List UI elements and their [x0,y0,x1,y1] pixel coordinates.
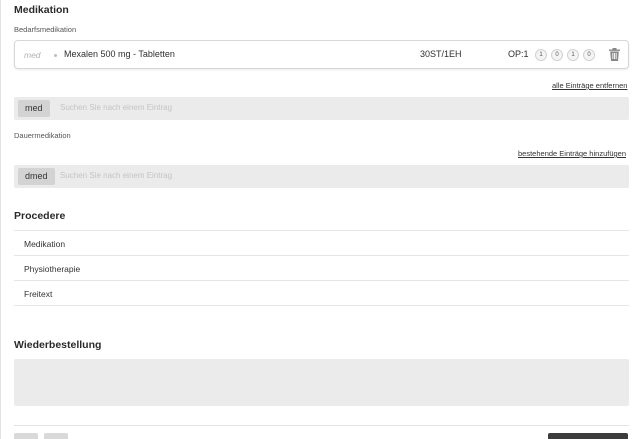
footer-primary-button[interactable] [548,433,628,439]
medication-op-count: OP:1 [508,49,529,59]
medication-quantity: 30ST/1EH [420,49,462,59]
procedere-item-freitext[interactable]: Freitext [14,280,629,305]
section-title-medikation: Medikation [14,4,69,16]
page: Medikation Bedarfsmedikation med Mexalen… [0,0,640,439]
section-title-wiederbestellung: Wiederbestellung [14,339,102,351]
dauermedikation-search-input[interactable]: Suchen Sie nach einem Eintrag [60,171,172,180]
dose-morning[interactable]: 1 [535,49,547,61]
medication-name: Mexalen 500 mg - Tabletten [64,49,175,59]
dose-noon[interactable]: 0 [551,49,563,61]
trash-icon[interactable] [609,48,620,61]
bottom-divider [14,425,629,426]
procedere-item-physiotherapie[interactable]: Physiotherapie [14,255,629,280]
dauermedikation-label: Dauermedikation [14,131,71,140]
procedere-divider [14,305,629,306]
dose-night[interactable]: 0 [583,49,595,61]
procedere-item-medikation[interactable]: Medikation [14,230,629,255]
search-chip-med[interactable]: med [18,100,50,117]
add-existing-entries-link[interactable]: bestehende Einträge hinzufügen [518,149,626,158]
bedarfsmedikation-search-input[interactable]: Suchen Sie nach einem Eintrag [60,103,172,112]
left-edge-divider [0,0,1,439]
search-chip-dmed[interactable]: dmed [18,168,55,185]
wiederbestellung-textarea[interactable] [14,359,629,406]
remove-all-entries-link[interactable]: alle Einträge entfernen [552,81,627,90]
bullet-dot-icon [54,54,57,57]
section-title-procedere: Procedere [14,210,66,222]
footer-button-left-1[interactable] [14,433,38,439]
medication-entry-row[interactable]: med Mexalen 500 mg - Tabletten 30ST/1EH … [14,40,629,69]
dauermedikation-search-bar[interactable]: dmed Suchen Sie nach einem Eintrag [14,165,629,188]
dose-evening[interactable]: 1 [567,49,579,61]
footer-button-left-2[interactable] [44,433,68,439]
medication-type-tag: med [24,50,41,60]
bedarfsmedikation-label: Bedarfsmedikation [14,25,77,34]
bedarfsmedikation-search-bar[interactable]: med Suchen Sie nach einem Eintrag [14,97,629,120]
